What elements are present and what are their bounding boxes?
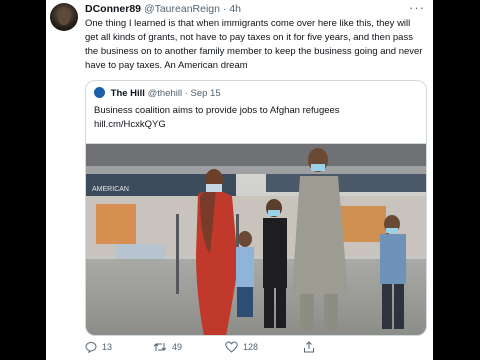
reply-count: 13 xyxy=(102,342,113,352)
retweet-icon xyxy=(153,341,167,353)
display-name[interactable]: DConner89 xyxy=(85,3,141,15)
like-count: 128 xyxy=(243,342,259,352)
quoted-headline: Business coalition aims to provide jobs … xyxy=(94,105,340,116)
reply-button[interactable]: 13 xyxy=(85,341,112,353)
timestamp[interactable]: 4h xyxy=(229,3,241,15)
reply-icon xyxy=(85,341,97,353)
quoted-date: Sep 15 xyxy=(190,88,221,99)
quoted-link[interactable]: hill.cm/HcxkQYG xyxy=(94,118,414,132)
quoted-text: Business coalition aims to provide jobs … xyxy=(94,104,414,132)
quoted-source-name: The Hill xyxy=(110,88,145,99)
action-bar: 13 49 128 xyxy=(85,341,425,355)
share-icon xyxy=(303,341,315,353)
retweet-button[interactable]: 49 xyxy=(153,341,182,353)
tweet-card[interactable]: DConner89 @TaureanReign · 4h ··· One thi… xyxy=(46,0,433,360)
the-hill-logo xyxy=(94,87,105,98)
quoted-tweet-header: The Hill @thehill · Sep 15 xyxy=(94,87,221,99)
like-button[interactable]: 128 xyxy=(225,341,258,353)
share-button[interactable] xyxy=(303,341,315,353)
airport-family-photo: AMERICAN xyxy=(86,144,426,335)
quoted-source-handle: @thehill xyxy=(147,88,183,99)
tweet-text: One thing I learned is that when immigra… xyxy=(85,18,423,71)
quoted-tweet[interactable]: The Hill @thehill · Sep 15 Business coal… xyxy=(85,80,427,336)
more-icon[interactable]: ··· xyxy=(409,0,425,15)
retweet-count: 49 xyxy=(172,342,183,352)
photo-sign-text: AMERICAN xyxy=(92,186,129,193)
news-photo[interactable]: AMERICAN xyxy=(86,143,426,335)
like-icon xyxy=(225,341,238,353)
avatar[interactable] xyxy=(50,3,78,31)
tweet-header: DConner89 @TaureanReign · 4h xyxy=(85,3,242,15)
user-handle[interactable]: @TaureanReign xyxy=(144,3,220,15)
